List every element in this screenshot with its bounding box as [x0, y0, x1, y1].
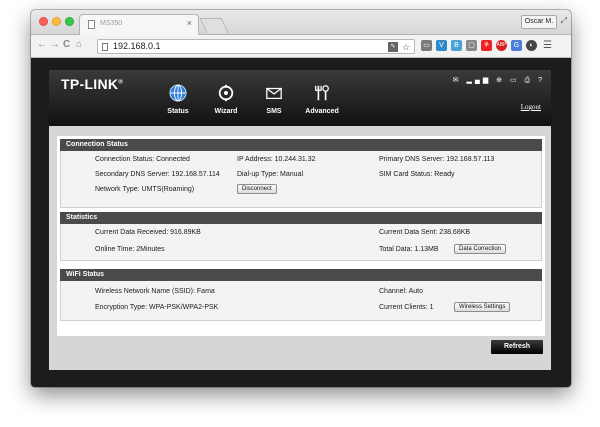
- online-time-value: Online Time: 2Minutes: [95, 246, 165, 253]
- statistics-body: Current Data Received: 916.89KB Current …: [60, 224, 542, 261]
- new-tab-button[interactable]: [199, 18, 229, 33]
- tools-icon: [315, 85, 329, 101]
- browser-toolbar: ← → C ⌂ 192.168.0.1 ✎ ☆ ▭ V B ▢ ⚘ ABP G …: [31, 35, 571, 58]
- extension-g-icon[interactable]: G: [511, 40, 522, 51]
- total-data-value: Total Data: 1.13MB: [379, 246, 439, 253]
- ip-address-value: IP Address: 10.244.31.32: [237, 156, 316, 163]
- reload-button[interactable]: C: [63, 39, 70, 50]
- translate-icon[interactable]: ⚘: [481, 40, 492, 51]
- bookmark-star-icon[interactable]: ☆: [401, 42, 411, 52]
- nav-status[interactable]: Status: [153, 84, 203, 115]
- tab-bar: MS350 × Oscar M. ⤢: [31, 10, 571, 35]
- current-clients-value: Current Clients: 1: [379, 304, 434, 311]
- network-type-value: Network Type: UMTS(Roaming): [95, 186, 195, 193]
- wifi-status-body: Wireless Network Name (SSID): Fama Chann…: [60, 281, 542, 321]
- connection-status-title: Connection Status: [60, 139, 542, 151]
- statistics-section: Statistics Current Data Received: 916.89…: [60, 212, 542, 261]
- back-button[interactable]: ←: [37, 39, 47, 50]
- pen-icon[interactable]: ✎: [388, 42, 398, 52]
- extension-shield-icon[interactable]: V: [436, 40, 447, 51]
- window-minimize-button[interactable]: [52, 17, 61, 26]
- globe-icon: [169, 84, 187, 102]
- router-header: TP-LINK® Status Wizard SMS Advanced ✉ ▂▄…: [49, 70, 551, 126]
- browser-tab[interactable]: MS350 ×: [79, 14, 199, 35]
- wifi-status-section: WiFi Status Wireless Network Name (SSID)…: [60, 269, 542, 321]
- adblock-icon[interactable]: ABP: [496, 40, 507, 51]
- statistics-title: Statistics: [60, 212, 542, 224]
- nav-sms[interactable]: SMS: [249, 84, 299, 115]
- wizard-icon: [218, 84, 234, 102]
- channel-value: Channel: Auto: [379, 288, 423, 295]
- page-icon: [88, 20, 95, 29]
- window-close-button[interactable]: [39, 17, 48, 26]
- secondary-dns-value: Secondary DNS Server: 192.168.57.114: [95, 171, 220, 178]
- tab-close-icon[interactable]: ×: [187, 18, 192, 28]
- menu-icon[interactable]: ☰: [542, 40, 553, 51]
- logout-link[interactable]: Logout: [521, 103, 541, 111]
- router-panel: TP-LINK® Status Wizard SMS Advanced ✉ ▂▄…: [49, 70, 551, 370]
- connection-status-body: Connection Status: Connected IP Address:…: [60, 151, 542, 208]
- data-correction-button[interactable]: Data Correction: [454, 244, 507, 254]
- primary-dns-value: Primary DNS Server: 192.168.57.113: [379, 156, 495, 163]
- address-bar[interactable]: 192.168.0.1 ✎ ☆: [97, 39, 415, 54]
- cast-icon[interactable]: ▢: [466, 40, 477, 51]
- sim-status-value: SIM Card Status: Ready: [379, 171, 455, 178]
- page-viewport: TP-LINK® Status Wizard SMS Advanced ✉ ▂▄…: [31, 59, 571, 387]
- wireless-settings-button[interactable]: Wireless Settings: [454, 302, 511, 312]
- nav-status-label: Status: [167, 108, 189, 115]
- forward-button[interactable]: →: [50, 39, 60, 50]
- connection-status-value: Connection Status: Connected: [95, 156, 190, 163]
- window-maximize-button[interactable]: [65, 17, 74, 26]
- refresh-button[interactable]: Refresh: [491, 340, 543, 354]
- nav-sms-label: SMS: [266, 108, 282, 115]
- extension-circle-icon[interactable]: ◐: [526, 40, 537, 51]
- ssid-value: Wireless Network Name (SSID): Fama: [95, 288, 215, 295]
- tab-title: MS350: [100, 20, 123, 27]
- extension-window-icon[interactable]: ▭: [421, 40, 432, 51]
- dialup-type-value: Dial-up Type: Manual: [237, 171, 304, 178]
- tp-link-logo: TP-LINK®: [61, 76, 124, 92]
- nav-advanced[interactable]: Advanced: [297, 84, 347, 115]
- encryption-type-value: Encryption Type: WPA-PSK/WPA2-PSK: [95, 304, 219, 311]
- profile-button[interactable]: Oscar M.: [521, 15, 557, 29]
- home-button[interactable]: ⌂: [76, 39, 82, 50]
- nav-wizard[interactable]: Wizard: [201, 84, 251, 115]
- extension-b-icon[interactable]: B: [451, 40, 462, 51]
- status-indicator-icons: ✉ ▂▄▆ ⊕ ▭ ⎙ ?: [452, 77, 545, 84]
- data-received-value: Current Data Received: 916.89KB: [95, 229, 201, 236]
- disconnect-button[interactable]: Disconnect: [237, 184, 277, 194]
- browser-window: MS350 × Oscar M. ⤢ ← → C ⌂ 192.168.0.1 ✎…: [31, 10, 571, 387]
- connection-status-section: Connection Status Connection Status: Con…: [60, 139, 542, 208]
- fullscreen-icon[interactable]: ⤢: [561, 16, 567, 26]
- data-sent-value: Current Data Sent: 238.68KB: [379, 229, 471, 236]
- wifi-status-title: WiFi Status: [60, 269, 542, 281]
- nav-advanced-label: Advanced: [305, 108, 339, 115]
- envelope-icon: [266, 87, 282, 100]
- page-info-icon[interactable]: [102, 43, 108, 51]
- url-text[interactable]: 192.168.0.1: [113, 41, 161, 51]
- status-content: Connection Status Connection Status: Con…: [57, 136, 545, 336]
- nav-wizard-label: Wizard: [214, 108, 238, 115]
